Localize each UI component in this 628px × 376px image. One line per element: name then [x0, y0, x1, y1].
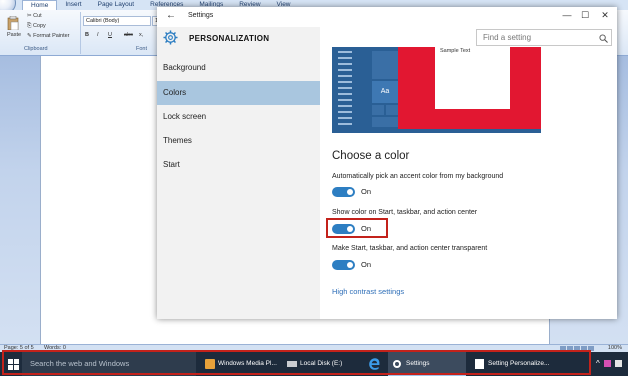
preview-start-menu: Aa	[332, 47, 398, 133]
close-button[interactable]: ✕	[598, 10, 612, 21]
settings-sidebar: PERSONALIZATION Background Colors Lock s…	[157, 27, 320, 319]
gear-icon	[163, 30, 178, 45]
maximize-button[interactable]: ☐	[578, 10, 592, 21]
preview-menu-lines	[338, 51, 352, 129]
preview-tile	[372, 51, 398, 79]
bold-button[interactable]: B	[85, 32, 89, 38]
tray-network-icon[interactable]	[614, 360, 622, 367]
minimize-button[interactable]: —	[560, 10, 574, 20]
search-input[interactable]: Find a setting	[476, 29, 612, 46]
clipboard-group-label: Clipboard	[24, 46, 48, 52]
preview-sample-text: Sample Text	[440, 48, 471, 54]
settings-window: ← Settings — ☐ ✕ PERSONALIZATION Backgro…	[157, 7, 617, 319]
show-color-label: Show color on Start, taskbar, and action…	[332, 209, 478, 216]
toggle-knob	[347, 189, 353, 195]
transparent-label: Make Start, taskbar, and action center t…	[332, 245, 488, 252]
sidebar-item-themes[interactable]: Themes	[157, 129, 320, 153]
underline-button[interactable]: U	[108, 32, 112, 38]
ribbon-separator	[80, 12, 81, 54]
window-title: Settings	[188, 12, 214, 19]
ribbon-tab-page-layout[interactable]: Page Layout	[90, 0, 143, 10]
settings-content: Find a setting Aa Sample Text Choose a c…	[320, 27, 617, 319]
sidebar-item-lock-screen[interactable]: Lock screen	[157, 105, 320, 129]
choose-color-heading: Choose a color	[332, 150, 410, 162]
preview-accent-tile: Aa	[372, 81, 398, 103]
copy-label: Copy	[32, 23, 46, 29]
font-name-box[interactable]: Calibri (Body)	[83, 16, 151, 26]
auto-accent-toggle[interactable]	[332, 187, 355, 197]
color-preview: Aa Sample Text	[332, 47, 541, 133]
format-painter-label: Format Painter	[33, 33, 70, 39]
back-button[interactable]: ←	[166, 10, 176, 21]
auto-accent-label: Automatically pick an accent color from …	[332, 173, 504, 180]
title-bar: ← Settings — ☐ ✕	[157, 7, 617, 27]
sidebar-item-background[interactable]: Background	[157, 56, 320, 80]
sidebar-header: PERSONALIZATION	[157, 27, 320, 53]
transparent-toggle[interactable]	[332, 260, 355, 270]
paste-button[interactable]: Paste	[7, 32, 21, 38]
sidebar-item-colors[interactable]: Colors	[157, 81, 320, 105]
toggle-knob	[347, 262, 353, 268]
transparent-state: On	[361, 260, 372, 269]
font-group-label: Font	[136, 46, 148, 52]
system-tray: ^	[596, 360, 622, 368]
ribbon-tab-home[interactable]: Home	[22, 0, 58, 10]
subscript-button[interactable]: x,	[139, 32, 143, 38]
preview-taskbar	[332, 129, 541, 133]
section-title: PERSONALIZATION	[189, 34, 270, 43]
preview-tile	[372, 117, 398, 127]
strikethrough-button[interactable]: abc	[124, 32, 133, 38]
search-icon[interactable]	[599, 34, 608, 43]
preview-tile	[372, 105, 384, 115]
preview-window	[435, 47, 510, 109]
paste-icon[interactable]	[7, 16, 19, 30]
italic-button[interactable]: I	[97, 32, 99, 38]
auto-accent-state: On	[361, 187, 372, 196]
preview-tile	[386, 105, 398, 115]
cut-label: Cut	[33, 13, 42, 19]
tray-chevron-icon[interactable]: ^	[596, 360, 600, 368]
zoom-level: 100%	[607, 345, 622, 351]
ribbon-tab-insert[interactable]: Insert	[57, 0, 89, 10]
annotation-highlight-taskbar	[2, 350, 591, 375]
cut-button[interactable]: ✂ Cut	[27, 13, 42, 19]
high-contrast-link[interactable]: High contrast settings	[332, 287, 404, 296]
tray-app-icon[interactable]	[603, 360, 611, 367]
copy-button[interactable]: ⎘ Copy	[27, 23, 46, 30]
format-painter-button[interactable]: ✎ Format Painter	[27, 33, 70, 39]
annotation-highlight	[326, 218, 388, 238]
sidebar-item-start[interactable]: Start	[157, 153, 320, 177]
